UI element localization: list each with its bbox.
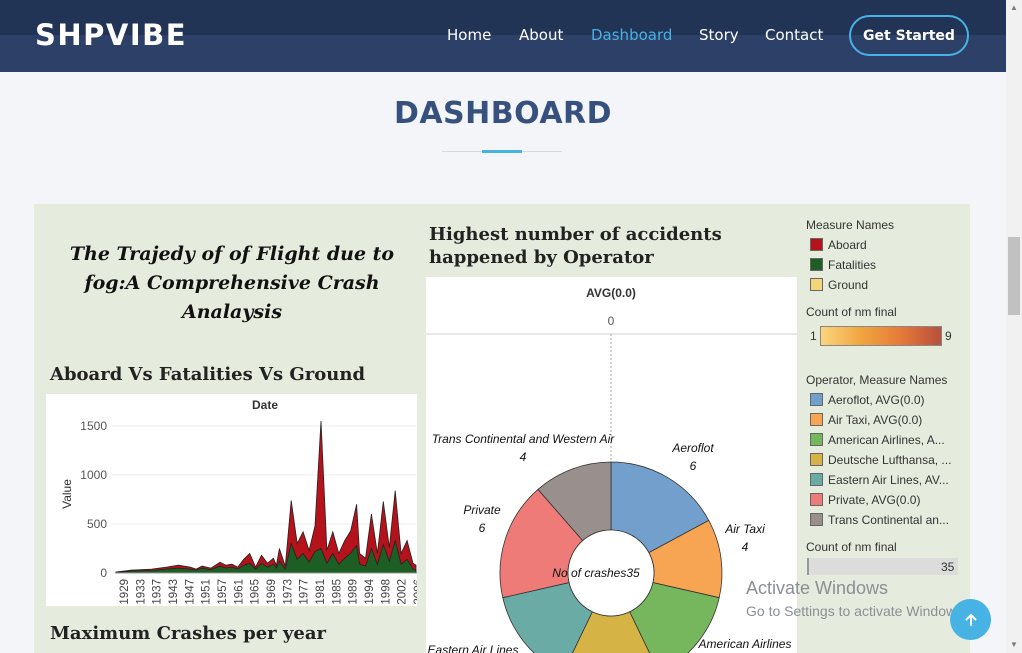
donut-slice-label: Trans Continental and Western Air	[432, 432, 616, 446]
operator-donut-chart[interactable]: AVG(0.0) 0 No of crashes35 Aeroflot 6 Air Tax…	[426, 277, 797, 653]
operator-legend-label[interactable]: Aeroflot, AVG(0.0)	[828, 393, 925, 407]
donut-slice-label: 6	[479, 521, 486, 535]
main-title-line-2: fog:A Comprehensive Crash	[84, 272, 380, 294]
section-title: DASHBOARD	[393, 96, 613, 131]
operator-swatch[interactable]	[810, 513, 823, 526]
nav-home[interactable]: Home	[447, 26, 491, 44]
donut-chart-svg: AVG(0.0) 0 No of crashes35 Aeroflot 6 Air Tax…	[426, 286, 797, 653]
donut-slice-label: Aeroflot	[671, 441, 714, 455]
scrollbar-thumb[interactable]	[1008, 237, 1020, 315]
operator-chart-title: Highest number of accidents happened by …	[429, 224, 722, 268]
operator-swatch[interactable]	[810, 413, 823, 426]
operator-swatch[interactable]	[810, 393, 823, 406]
back-to-top-button[interactable]	[950, 599, 991, 640]
main-title-line-1: The Trajedy of of Flight due to	[69, 243, 395, 265]
operator-legend-label[interactable]: American Airlines, A...	[828, 433, 945, 447]
x-tick-label: 1943	[168, 579, 180, 605]
arrow-up-icon	[965, 613, 976, 626]
activate-windows-subtitle: Go to Settings to activate Windows.	[746, 603, 967, 619]
get-started-button[interactable]: Get Started	[849, 15, 969, 56]
x-tick-label: 1989	[348, 579, 360, 605]
operator-swatch[interactable]	[810, 433, 823, 446]
operator-legend-label[interactable]: Private, AVG(0.0)	[828, 493, 920, 507]
operator-legend-label[interactable]: Deutsche Lufthansa, ...	[828, 453, 951, 467]
scroll-down-arrow-icon[interactable]: ▼	[1006, 637, 1022, 653]
y-tick-label: 1000	[80, 468, 107, 482]
legend-swatch-aboard[interactable]	[810, 238, 823, 251]
x-tick-label: 1947	[184, 579, 196, 605]
nav-about[interactable]: About	[519, 26, 563, 44]
top-navbar: SHPVIBE Home About Dashboard Story Conta…	[0, 0, 1006, 72]
legend-swatch-fatalities[interactable]	[810, 258, 823, 271]
brand-logo[interactable]: SHPVIBE	[35, 18, 187, 52]
donut-header-title: AVG(0.0)	[586, 286, 636, 300]
x-tick-label: 1973	[282, 579, 294, 605]
x-tick-label: 1994	[364, 578, 376, 604]
donut-slice-label: Private	[463, 503, 501, 517]
y-tick-label: 1500	[80, 419, 107, 433]
operator-swatch[interactable]	[810, 473, 823, 486]
donut-slice-label: 4	[742, 540, 749, 554]
x-tick-label: 1929	[119, 579, 131, 605]
x-tick-label: 1961	[233, 579, 245, 605]
nav-contact[interactable]: Contact	[765, 26, 823, 44]
x-tick-label: 1957	[217, 579, 229, 605]
legend-label-fatalities[interactable]: Fatalities	[828, 258, 876, 272]
legend-count-title-2: Count of nm final	[806, 540, 897, 554]
operator-legend-label[interactable]: Eastern Air Lines, AV...	[828, 473, 949, 487]
count-total-bar	[807, 558, 958, 575]
x-tick-label: 2006	[413, 579, 417, 605]
x-tick-label: 1937	[152, 579, 164, 605]
nav-dashboard[interactable]: Dashboard	[591, 26, 672, 44]
donut-slice-label: Air Taxi	[724, 522, 765, 536]
nav-story[interactable]: Story	[699, 26, 739, 44]
count-total-value: 35	[941, 560, 955, 574]
area-chart-svg: Date Value 0 500 1000 1500 1929 1933 1937 1943 194…	[60, 398, 425, 605]
area-chart-title: Date	[252, 398, 278, 412]
x-tick-label: 1977	[299, 579, 311, 605]
main-title-line-3: Analaysis	[181, 301, 283, 323]
count-min-label: 1	[810, 329, 817, 343]
x-tick-label: 1969	[266, 579, 278, 605]
donut-slice-label: Eastern Air Lines	[428, 643, 519, 653]
x-tick-label: 1981	[315, 579, 327, 605]
aboard-chart-title: Aboard Vs Fatalities Vs Ground	[50, 364, 366, 385]
y-tick-label: 0	[100, 566, 107, 580]
legend-measure-title: Measure Names	[806, 218, 895, 232]
x-tick-label: 1951	[201, 579, 213, 605]
donut-slice-label: 4	[520, 450, 527, 464]
count-max-label: 9	[945, 329, 952, 343]
operator-swatch[interactable]	[810, 453, 823, 466]
operator-legend-label[interactable]: Air Taxi, AVG(0.0)	[828, 413, 922, 427]
donut-slice-label: 6	[690, 459, 697, 473]
x-tick-label: 1965	[250, 579, 262, 605]
activate-windows-title: Activate Windows	[746, 578, 889, 598]
y-tick-label: 500	[87, 517, 107, 531]
operator-swatch[interactable]	[810, 493, 823, 506]
legend-operator-title: Operator, Measure Names	[806, 373, 948, 387]
x-tick-label: 1998	[380, 579, 392, 605]
operator-legend-label[interactable]: Trans Continental an...	[828, 513, 949, 527]
aboard-fatalities-area-chart[interactable]: Date Value 0 500 1000 1500 1929 1933 1937 1943 194…	[46, 394, 425, 606]
legend-label-aboard[interactable]: Aboard	[828, 238, 867, 252]
area-chart-ylabel: Value	[60, 479, 74, 509]
title-underline-accent	[482, 150, 522, 153]
page-scrollbar[interactable]	[1006, 0, 1022, 653]
x-tick-label: 1985	[331, 579, 343, 605]
x-tick-label: 2002	[397, 579, 409, 605]
legend-swatch-ground[interactable]	[810, 278, 823, 291]
donut-axis-value: 0	[608, 314, 615, 328]
max-crashes-title: Maximum Crashes per year	[50, 623, 326, 644]
legend-count-title: Count of nm final	[806, 305, 897, 319]
legend-label-ground[interactable]: Ground	[828, 278, 868, 292]
x-tick-label: 1933	[135, 579, 147, 605]
count-gradient-bar	[820, 326, 942, 346]
donut-center-label: No of crashes35	[552, 566, 640, 580]
dashboard-main-title: The Trajedy of of Flight due to fog:A Co…	[52, 240, 412, 327]
scroll-up-arrow-icon[interactable]: ▲	[1006, 0, 1022, 16]
donut-slice-label: American Airlines	[698, 637, 792, 651]
